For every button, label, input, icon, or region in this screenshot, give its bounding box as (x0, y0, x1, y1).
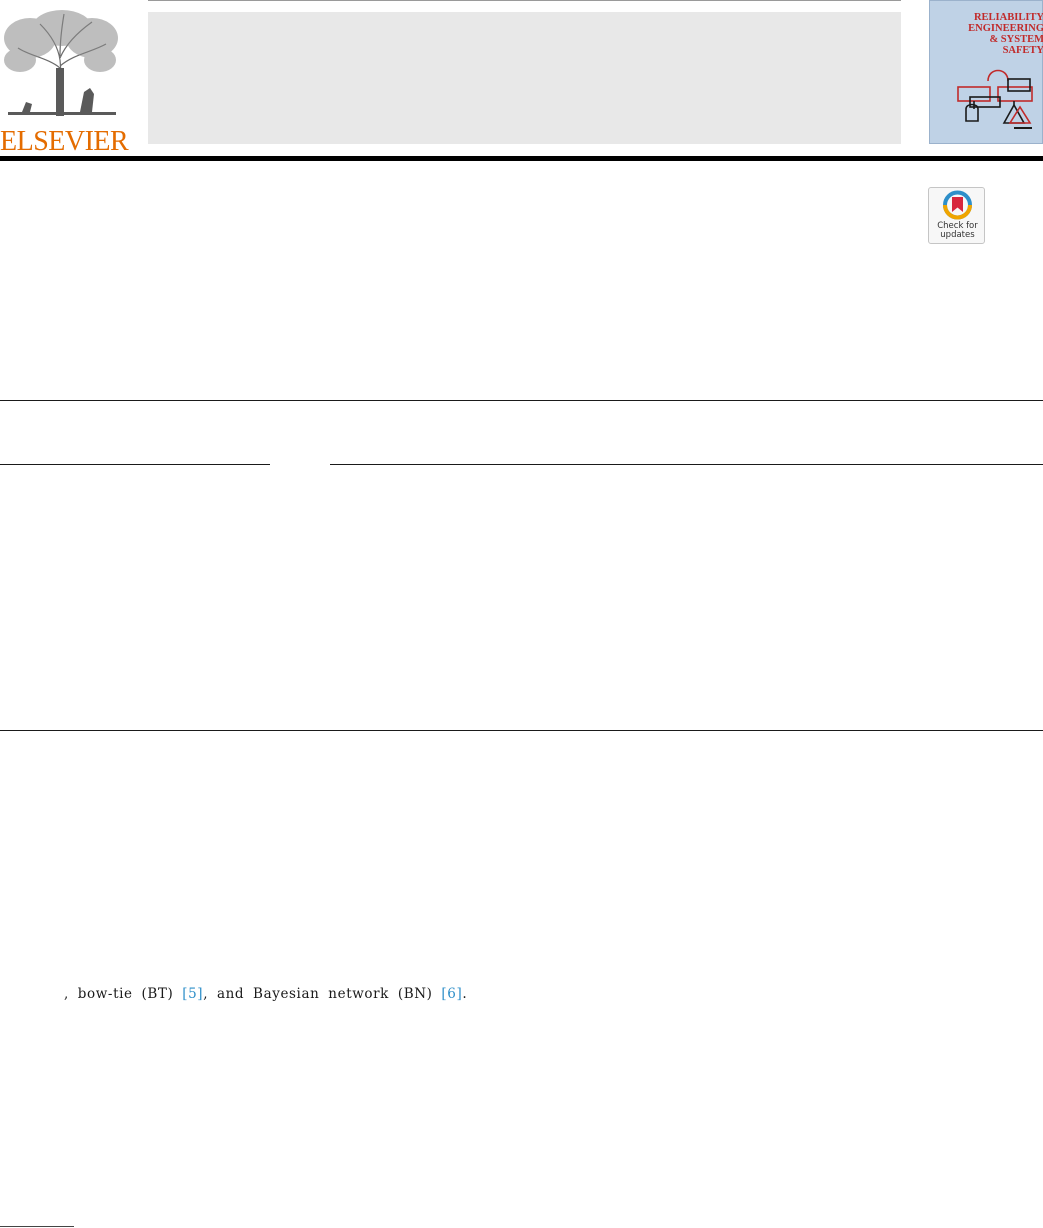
title-block-divider (0, 400, 1043, 401)
publisher-wordmark: ELSEVIER (0, 126, 129, 157)
footnote-rule (0, 1226, 74, 1227)
article-info-rule (0, 464, 270, 465)
citation-link-6[interactable]: [6] (441, 986, 462, 1002)
body-text-segment: . (462, 986, 468, 1002)
body-text-segment: , bow-tie (BT) (64, 986, 183, 1002)
masthead-divider (0, 156, 1043, 161)
cover-illustration-icon (957, 69, 1033, 129)
publisher-logo: ELSEVIER (0, 8, 129, 156)
tree-emblem-icon (4, 10, 118, 117)
check-for-updates-button[interactable]: Check for updates (928, 187, 985, 244)
body-text-line: , bow-tie (BT) [5], and Bayesian network… (64, 986, 467, 1002)
abstract-end-divider (0, 730, 1043, 731)
abstract-rule (330, 464, 1043, 465)
check-for-updates-icon (943, 190, 972, 220)
journal-header-band (148, 12, 901, 144)
header-top-rule (148, 0, 901, 1)
journal-cover[interactable]: RELIABILITY ENGINEERING & SYSTEM SAFETY (929, 0, 1043, 144)
citation-link-5[interactable]: [5] (182, 986, 203, 1002)
body-text-segment: , and Bayesian network (BN) (203, 986, 442, 1002)
check-for-updates-label: Check for updates (937, 221, 978, 240)
journal-cover-title: RELIABILITY ENGINEERING & SYSTEM SAFETY (968, 12, 1043, 56)
